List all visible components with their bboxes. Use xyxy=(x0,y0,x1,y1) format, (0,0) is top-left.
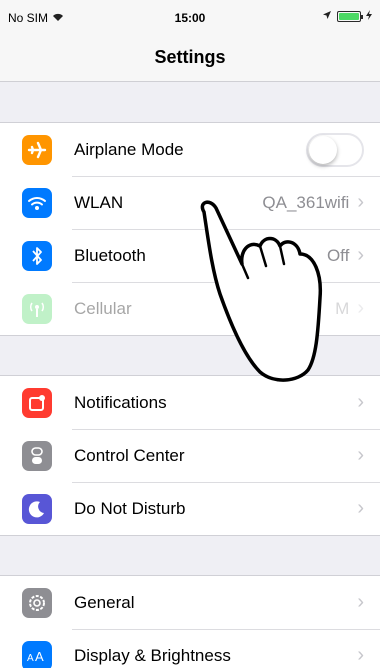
bluetooth-icon xyxy=(22,240,52,271)
chevron-right-icon: › xyxy=(357,297,364,319)
chevron-right-icon: › xyxy=(357,497,364,519)
row-label: Notifications xyxy=(74,392,167,412)
row-label: General xyxy=(74,592,135,612)
bluetooth-status: Off xyxy=(326,245,350,265)
settings-group-connectivity: Airplane Mode WLAN QA_361wifi › Bluetoot… xyxy=(0,122,380,336)
row-label: Cellular xyxy=(74,298,132,318)
airplane-icon xyxy=(22,134,52,165)
row-label: Display & Brightness xyxy=(74,645,231,665)
row-wlan[interactable]: WLAN QA_361wifi › xyxy=(0,176,380,229)
row-control-center[interactable]: Control Center › xyxy=(0,429,380,482)
row-display-brightness[interactable]: A A Display & Brightness › xyxy=(0,629,380,668)
charging-icon xyxy=(366,10,372,23)
chevron-right-icon: › xyxy=(357,391,364,413)
row-airplane-mode[interactable]: Airplane Mode xyxy=(0,123,380,176)
wlan-network-name: QA_361wifi xyxy=(262,192,350,212)
status-bar: No SIM 15:00 xyxy=(0,0,380,34)
control-center-icon xyxy=(22,440,52,471)
row-label: Do Not Disturb xyxy=(74,498,186,518)
row-label: Airplane Mode xyxy=(74,139,184,159)
chevron-right-icon: › xyxy=(357,244,364,266)
nav-bar: Settings xyxy=(0,34,380,82)
cellular-icon xyxy=(22,293,52,324)
chevron-right-icon: › xyxy=(357,444,364,466)
location-arrow-icon xyxy=(322,10,332,23)
page-title: Settings xyxy=(154,47,226,67)
chevron-right-icon: › xyxy=(357,644,364,666)
settings-group-general: General › A A Display & Brightness › xyxy=(0,575,380,668)
row-label: WLAN xyxy=(74,192,124,212)
cellular-status: M xyxy=(335,298,350,318)
row-general[interactable]: General › xyxy=(0,576,380,629)
settings-group-alerts: Notifications › Control Center › Do Not … xyxy=(0,375,380,536)
status-right xyxy=(322,10,372,23)
chevron-right-icon: › xyxy=(357,591,364,613)
battery-icon xyxy=(337,11,363,22)
row-bluetooth[interactable]: Bluetooth Off › xyxy=(0,229,380,282)
svg-text:A: A xyxy=(27,653,34,663)
svg-text:A: A xyxy=(35,649,44,663)
row-do-not-disturb[interactable]: Do Not Disturb › xyxy=(0,482,380,535)
gear-icon xyxy=(22,587,52,618)
row-label: Bluetooth xyxy=(74,245,146,265)
airplane-mode-toggle[interactable] xyxy=(306,132,364,167)
row-cellular[interactable]: Cellular M › xyxy=(0,282,380,335)
notifications-icon xyxy=(22,387,52,418)
wifi-icon xyxy=(22,187,52,218)
display-icon: A A xyxy=(22,640,52,668)
chevron-right-icon: › xyxy=(357,191,364,213)
row-label: Control Center xyxy=(74,445,185,465)
row-notifications[interactable]: Notifications › xyxy=(0,376,380,429)
moon-icon xyxy=(22,493,52,524)
